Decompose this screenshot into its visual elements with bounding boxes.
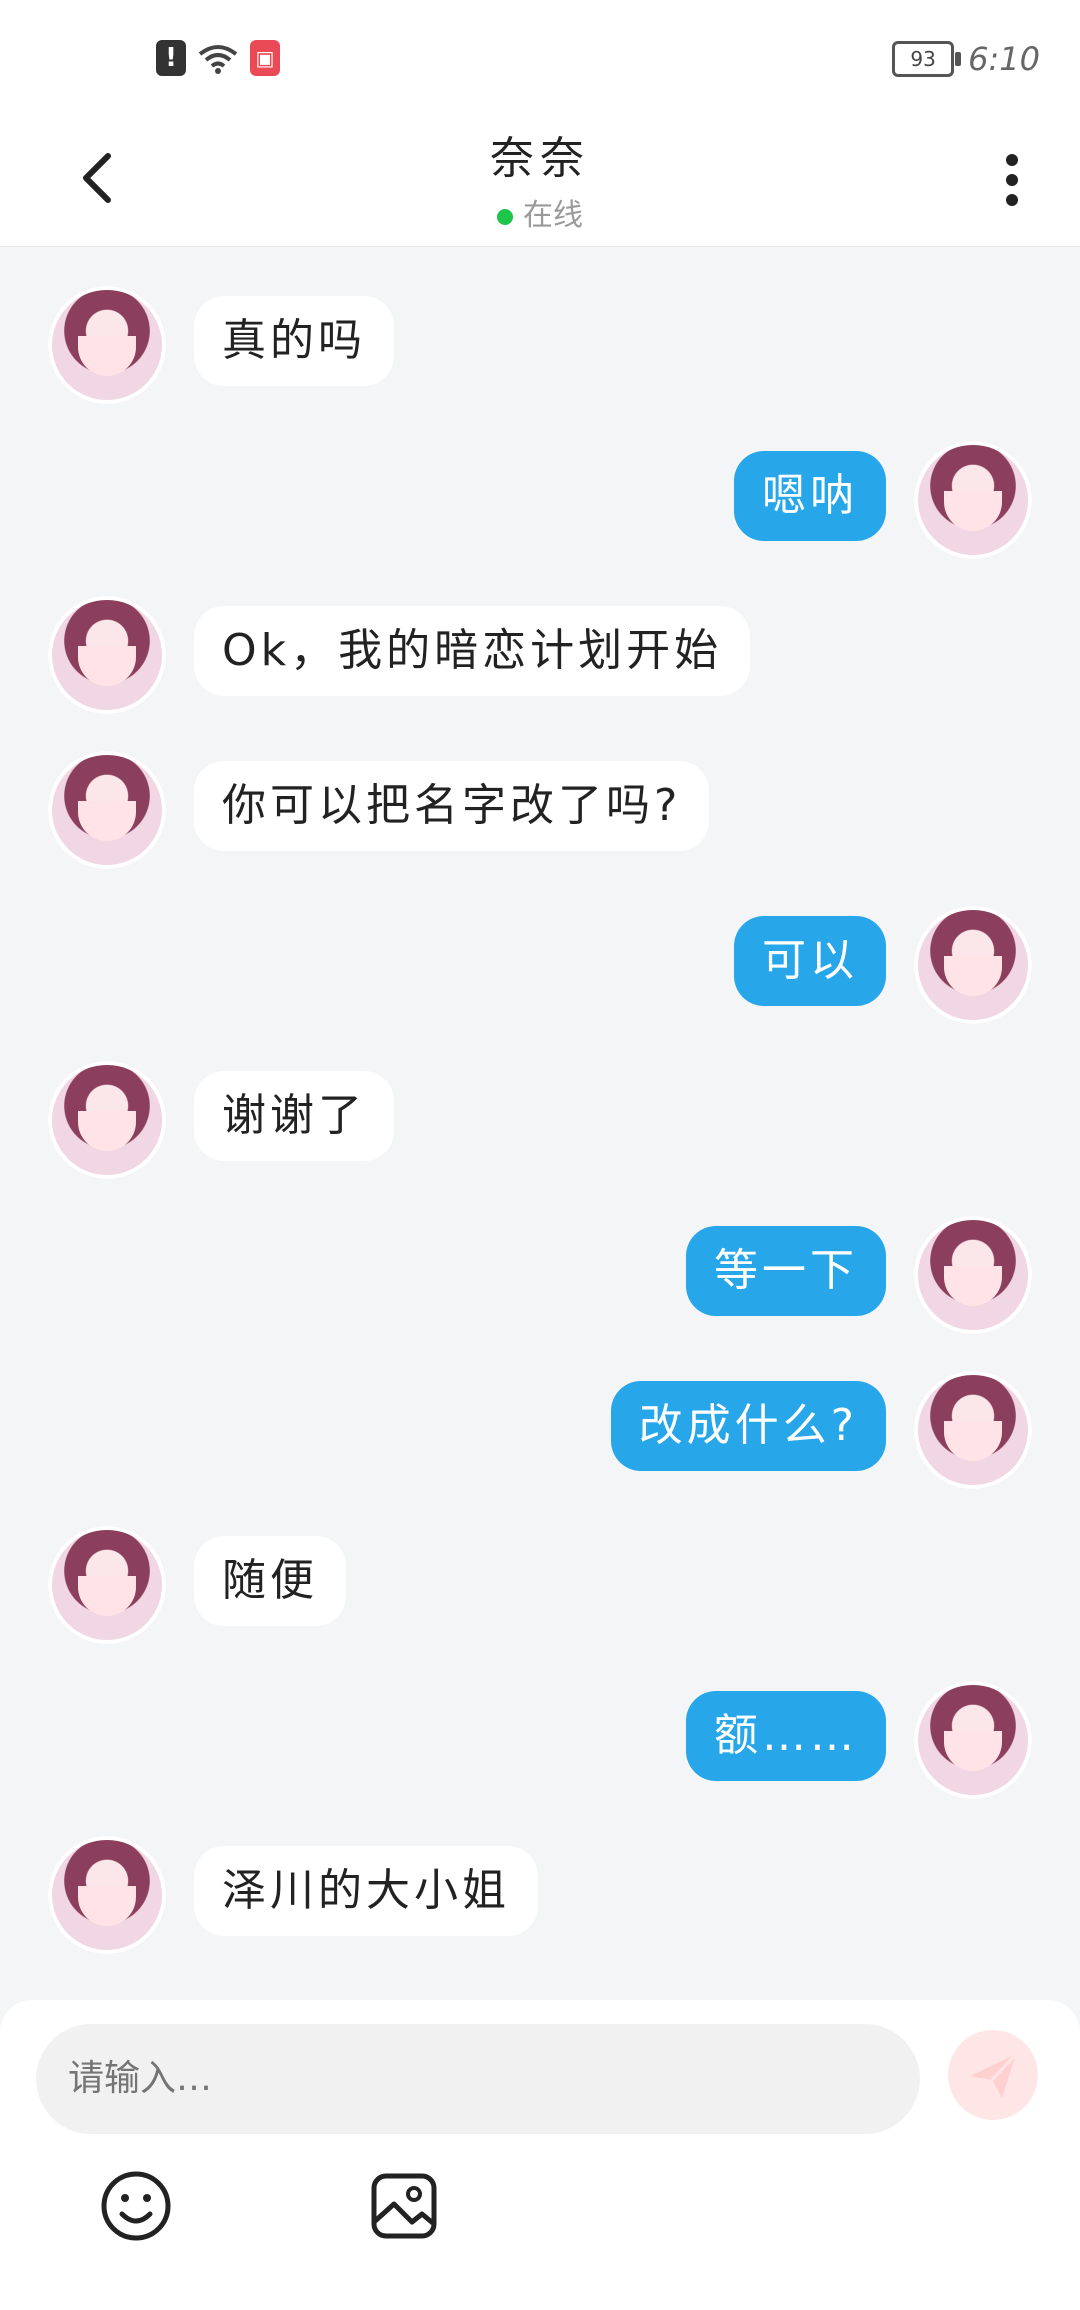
- message-bubble[interactable]: 额……: [686, 1691, 886, 1781]
- chat-header: 奈奈 在线: [0, 118, 1080, 247]
- status-icons: ! ▣: [156, 40, 280, 76]
- book-app-icon: ▣: [250, 40, 280, 76]
- composer-tools: [0, 2168, 1080, 2268]
- wifi-icon: [198, 45, 238, 74]
- message-incoming: 谢谢了: [0, 1061, 1080, 1201]
- online-status-label: 在线: [523, 198, 583, 233]
- message-outgoing: 可以: [0, 906, 1080, 1046]
- message-input[interactable]: [36, 2024, 920, 2134]
- message-bubble[interactable]: 泽川的大小姐: [194, 1846, 538, 1936]
- more-vertical-icon[interactable]: [1002, 150, 1022, 210]
- message-outgoing: 等一下: [0, 1216, 1080, 1356]
- message-list[interactable]: 真的吗 嗯呐 Ok，我的暗恋计划开始 你可以把名字改了吗? 可以 谢谢了 等一下…: [0, 246, 1080, 2000]
- message-outgoing: 额……: [0, 1681, 1080, 1821]
- message-bubble[interactable]: 真的吗: [194, 296, 394, 386]
- contact-avatar[interactable]: [48, 286, 166, 404]
- status-right: 93 6:10: [892, 40, 1040, 78]
- contact-avatar[interactable]: [48, 1526, 166, 1644]
- contact-avatar[interactable]: [48, 751, 166, 869]
- my-avatar[interactable]: [914, 1371, 1032, 1489]
- message-bubble[interactable]: 随便: [194, 1536, 346, 1626]
- message-bubble[interactable]: 谢谢了: [194, 1071, 394, 1161]
- contact-avatar[interactable]: [48, 596, 166, 714]
- message-outgoing: 嗯呐: [0, 441, 1080, 581]
- battery-indicator: 93: [892, 41, 962, 77]
- my-avatar[interactable]: [914, 1216, 1032, 1334]
- image-icon[interactable]: [366, 2168, 442, 2244]
- title-area: 奈奈 在线: [0, 118, 1080, 234]
- contact-avatar[interactable]: [48, 1836, 166, 1954]
- message-bubble[interactable]: 你可以把名字改了吗?: [194, 761, 710, 851]
- contact-name: 奈奈: [490, 133, 590, 184]
- send-button[interactable]: [948, 2030, 1038, 2120]
- message-incoming: 泽川的大小姐: [0, 1836, 1080, 1976]
- composer: [0, 2000, 1080, 2310]
- clock: 6:10: [968, 40, 1040, 78]
- message-bubble[interactable]: Ok，我的暗恋计划开始: [194, 606, 751, 696]
- my-avatar[interactable]: [914, 906, 1032, 1024]
- message-bubble[interactable]: 嗯呐: [734, 451, 886, 541]
- message-outgoing: 改成什么?: [0, 1371, 1080, 1511]
- online-dot-icon: [497, 208, 513, 225]
- status-bar: ! ▣ 93 6:10: [0, 0, 1080, 118]
- message-bubble[interactable]: 可以: [734, 916, 886, 1006]
- message-incoming: Ok，我的暗恋计划开始: [0, 596, 1080, 736]
- emoji-icon[interactable]: [98, 2168, 174, 2244]
- my-avatar[interactable]: [914, 1681, 1032, 1799]
- message-bubble[interactable]: 等一下: [686, 1226, 886, 1316]
- online-status: 在线: [0, 190, 1080, 234]
- contact-avatar[interactable]: [48, 1061, 166, 1179]
- message-bubble[interactable]: 改成什么?: [610, 1381, 886, 1471]
- send-icon: [970, 2052, 1018, 2098]
- battery-level: 93: [910, 47, 936, 71]
- alert-icon: !: [156, 40, 186, 76]
- message-incoming: 你可以把名字改了吗?: [0, 751, 1080, 891]
- message-incoming: 真的吗: [0, 286, 1080, 426]
- my-avatar[interactable]: [914, 441, 1032, 559]
- message-incoming: 随便: [0, 1526, 1080, 1666]
